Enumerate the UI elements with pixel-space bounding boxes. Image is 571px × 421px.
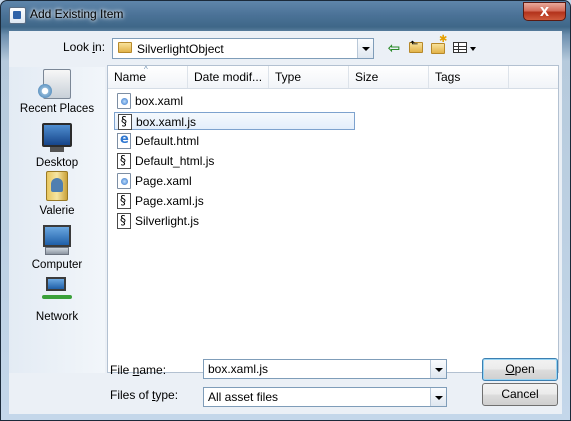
place-label: Valerie [39,205,75,217]
file-name-label: File name: [110,363,167,377]
dialog-body: Look in: SilverlightObject ⇦ ⬑ ✱ Recent … [9,31,562,414]
open-button[interactable]: Open [482,358,558,381]
column-header-tags[interactable]: Tags [429,66,509,88]
script-file-icon [117,213,131,229]
file-type-value: All asset files [208,390,279,404]
recent-places-icon [38,69,71,99]
list-item[interactable]: Page.xaml.js [114,192,354,210]
script-file-icon [118,114,132,130]
views-menu-icon[interactable] [451,38,479,58]
place-valerie[interactable]: Valerie [9,171,105,217]
xaml-file-icon [117,93,131,109]
title-bar[interactable]: Add Existing Item X [1,1,570,29]
close-button[interactable]: X [523,2,566,21]
network-icon [42,277,72,303]
script-file-icon [117,193,131,209]
app-icon [9,7,26,24]
places-bar: Recent Places Desktop Valerie Computer N… [9,67,105,373]
look-in-dropdown[interactable]: SilverlightObject [112,38,374,59]
chevron-down-icon[interactable] [357,39,373,58]
back-arrow-icon[interactable]: ⇦ [384,38,404,58]
place-computer[interactable]: Computer [9,225,105,271]
window-title: Add Existing Item [30,7,124,21]
list-item[interactable]: box.xaml.js [114,112,355,130]
place-desktop[interactable]: Desktop [9,123,105,169]
list-item[interactable]: Silverlight.js [114,212,354,230]
place-label: Network [35,311,79,323]
file-name-field[interactable]: box.xaml.js [203,359,447,379]
desktop-icon [42,123,72,147]
user-folder-icon [46,171,68,201]
column-header-row: Name ^ Date modif... Type Size Tags [108,66,558,89]
add-existing-item-dialog: Add Existing Item X Look in: Silverlight… [0,0,571,421]
list-item[interactable]: Default.html [114,132,354,150]
file-list[interactable]: Name ^ Date modif... Type Size Tags box.x… [107,65,559,373]
place-recent-places[interactable]: Recent Places [9,69,105,115]
list-item[interactable]: Default_html.js [114,152,354,170]
column-header-size[interactable]: Size [349,66,429,88]
html-file-icon [117,132,131,149]
folder-icon [118,42,132,53]
chevron-down-icon[interactable] [430,388,446,406]
script-file-icon [117,153,131,169]
place-label: Recent Places [19,103,95,115]
new-folder-icon[interactable]: ✱ [428,35,448,58]
column-header-name[interactable]: Name ^ [108,66,188,88]
cancel-button[interactable]: Cancel [482,383,558,406]
place-label: Computer [31,259,83,271]
xaml-file-icon [117,173,131,189]
file-type-label: Files of type: [110,388,179,402]
place-network[interactable]: Network [9,277,105,323]
column-header-date[interactable]: Date modif... [188,66,269,88]
up-one-level-icon[interactable]: ⬑ [406,38,426,58]
file-name-value: box.xaml.js [208,362,269,376]
list-item[interactable]: Page.xaml [114,172,354,190]
look-in-value: SilverlightObject [137,42,224,56]
file-type-select[interactable]: All asset files [203,387,447,407]
sort-ascending-icon: ^ [144,65,148,74]
computer-icon [43,225,71,247]
list-item[interactable]: box.xaml [114,92,354,110]
look-in-label: Look in: [63,40,106,54]
column-header-type[interactable]: Type [269,66,349,88]
place-label: Desktop [35,157,79,169]
chevron-down-icon[interactable] [430,360,446,378]
